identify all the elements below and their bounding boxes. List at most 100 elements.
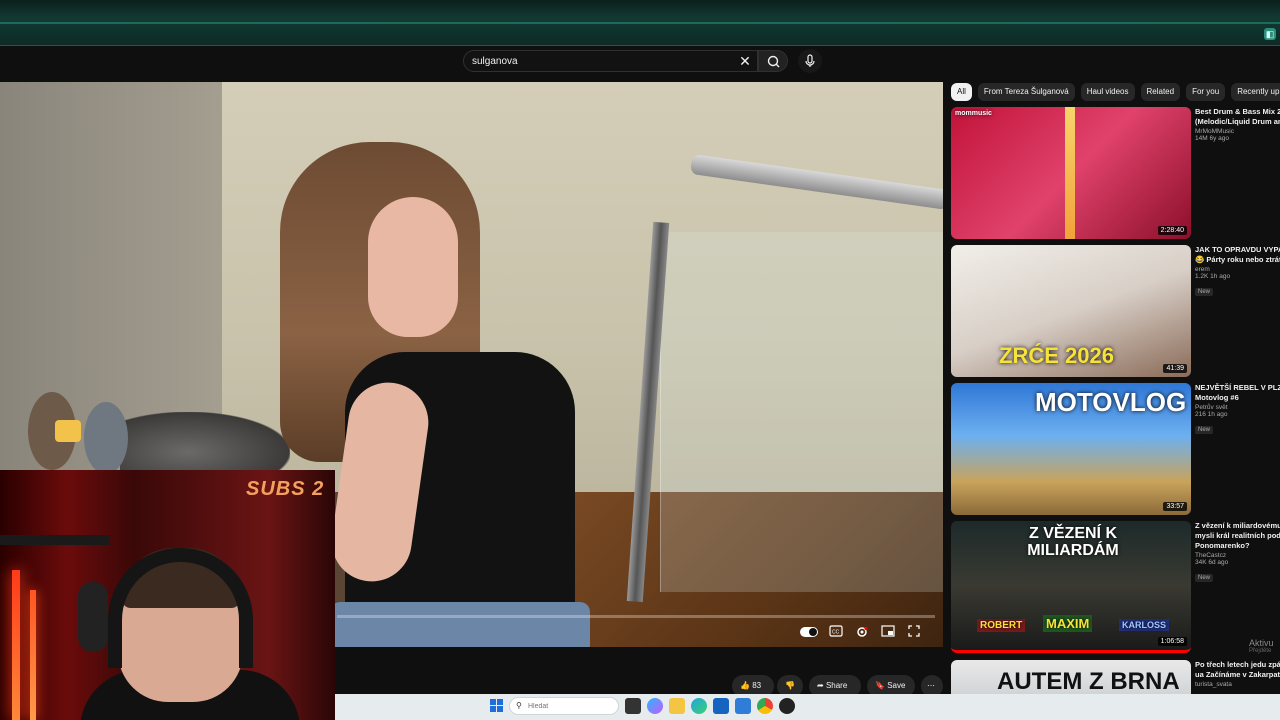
thumbnail-tag-robert: ROBERT (977, 619, 1026, 632)
toolbar-divider (0, 22, 1280, 24)
video-title-line2[interactable]: (Melodic/Liquid Drum and (1195, 117, 1280, 127)
thumbnail-label: Z VĚZENÍ K MILIARDÁM (1027, 525, 1119, 559)
new-badge: New (1195, 574, 1214, 582)
thumbnail-light-beam (1065, 107, 1075, 239)
chip-haul-videos[interactable]: Haul videos (1080, 83, 1135, 101)
taskbar-search[interactable]: ⚲ (509, 697, 619, 715)
video-title-line1[interactable]: Z vězení k miliardovému (1195, 521, 1280, 531)
voice-search-button[interactable] (798, 49, 822, 73)
video-title-line2[interactable]: Motovlog #6 (1195, 393, 1280, 403)
channel-name[interactable]: erem (1195, 266, 1280, 273)
video-duration: 33:57 (1163, 502, 1187, 511)
outlook-icon[interactable] (713, 698, 729, 714)
video-meta: NEJVĚTŠÍ REBEL V PLZN Motovlog #6 Petrův… (1195, 383, 1280, 436)
extension-icon[interactable]: ◧ (1264, 28, 1276, 40)
browser-toolbar: ◧ (0, 0, 1280, 46)
file-explorer-icon[interactable] (669, 698, 685, 714)
neon-light (12, 570, 20, 720)
new-badge: New (1195, 288, 1214, 296)
video-title-line2[interactable]: ua Začínáme v Zakarpatí (1195, 670, 1280, 680)
subtitles-icon[interactable]: CC (828, 625, 844, 639)
video-stats: 14M 6y ago (1195, 135, 1229, 142)
video-title-line1[interactable]: Best Drum & Bass Mix 20 (1195, 107, 1280, 117)
like-count: 83 (752, 681, 762, 690)
rat-emote-overlay (0, 380, 160, 480)
person-face (368, 197, 458, 337)
taskbar-apps (625, 698, 795, 714)
video-stats: 216 1h ago (1195, 411, 1228, 418)
thumbnail-label: ZRĆE 2026 (999, 343, 1114, 368)
search-box: ✕ (463, 50, 758, 72)
channel-name[interactable]: Petrův svět (1195, 404, 1280, 411)
video-title-line1[interactable]: NEJVĚTŠÍ REBEL V PLZN (1195, 383, 1280, 393)
search-icon (767, 55, 780, 68)
thumbnail-tag-maxim: MAXIM (1043, 615, 1093, 632)
settings-gear-icon[interactable] (854, 625, 870, 639)
video-title-line3[interactable]: Ponomarenko? (1195, 541, 1280, 551)
edge-icon[interactable] (691, 698, 707, 714)
microphone-icon (805, 54, 815, 67)
chip-for-you[interactable]: For you (1186, 83, 1226, 101)
video-thumbnail[interactable]: Z VĚZENÍ K MILIARDÁM ROBERT MAXIM KARLOS… (951, 521, 1191, 653)
video-meta: JAK TO OPRAVDU VYPAD 😂 Párty roku nebo z… (1195, 245, 1280, 298)
search-button[interactable] (758, 50, 788, 72)
chrome-icon[interactable] (757, 698, 773, 714)
obs-icon[interactable] (779, 698, 795, 714)
video-progress-bar[interactable] (337, 615, 935, 618)
filter-chips: All From Tereza Šulganová Haul videos Re… (951, 83, 1280, 101)
channel-name[interactable]: TheCastcz (1195, 552, 1280, 559)
person-jeans (330, 602, 590, 647)
video-title-line1[interactable]: Po třech letech jedu zpát (1195, 660, 1280, 670)
video-title-line2[interactable]: 😂 Párty roku nebo ztrát (1195, 255, 1280, 265)
thumbnail-tag-karloss: KARLOSS (1119, 619, 1170, 631)
clear-search-icon[interactable]: ✕ (737, 52, 753, 70)
channel-name[interactable]: turista_svata (1195, 681, 1280, 688)
related-video-item[interactable]: Z VĚZENÍ K MILIARDÁM ROBERT MAXIM KARLOS… (951, 521, 1280, 653)
windows-start-icon[interactable] (490, 699, 504, 713)
share-label: Share (825, 681, 848, 690)
channel-name[interactable]: MrMoMMusic (1195, 128, 1280, 135)
share-icon: ➦ (817, 681, 824, 690)
chip-from-channel[interactable]: From Tereza Šulganová (977, 83, 1075, 101)
chip-all[interactable]: All (951, 83, 972, 101)
thumbs-up-icon: 👍 (740, 681, 750, 690)
video-meta: Po třech letech jedu zpát ua Začínáme v … (1195, 660, 1280, 688)
fullscreen-icon[interactable] (906, 625, 922, 639)
chip-related[interactable]: Related (1140, 83, 1181, 101)
video-thumbnail[interactable]: MOTOVLOG 33:57 (951, 383, 1191, 515)
video-meta: Z vězení k miliardovému mysli král reali… (1195, 521, 1280, 584)
video-duration: 41:39 (1163, 364, 1187, 373)
new-badge: New (1195, 426, 1214, 434)
search-icon: ⚲ (516, 701, 522, 710)
related-video-item[interactable]: MOTOVLOG 33:57 NEJVĚTŠÍ REBEL V PLZN Mot… (951, 383, 1280, 515)
video-title-line2[interactable]: mysli král realitních podil (1195, 531, 1280, 541)
video-scene-glass-railing (660, 232, 943, 592)
thumbnail-label: MOTOVLOG (1035, 387, 1187, 417)
video-meta: Best Drum & Bass Mix 20 (Melodic/Liquid … (1195, 107, 1280, 142)
neon-light-2 (30, 590, 36, 720)
subs-counter: SUBS 2 (246, 478, 325, 500)
video-duration: 1:06:58 (1157, 637, 1187, 646)
related-video-item[interactable]: mommusic 2:28:40 Best Drum & Bass Mix 20… (951, 107, 1280, 239)
store-icon[interactable] (735, 698, 751, 714)
related-video-item[interactable]: ZRĆE 2026 41:39 JAK TO OPRAVDU VYPAD 😂 P… (951, 245, 1280, 377)
bookmark-icon: 🔖 (875, 681, 885, 690)
video-thumbnail[interactable]: mommusic 2:28:40 (951, 107, 1191, 239)
video-thumbnail[interactable]: ZRĆE 2026 41:39 (951, 245, 1191, 377)
thumbs-down-icon: 👎 (785, 681, 795, 690)
video-stats: 34K 6d ago (1195, 559, 1229, 566)
rat-cheese (55, 420, 81, 442)
video-title-line1[interactable]: JAK TO OPRAVDU VYPAD (1195, 245, 1280, 255)
task-view-icon[interactable] (625, 698, 641, 714)
save-label: Save (887, 681, 906, 690)
svg-text:CC: CC (832, 630, 840, 636)
search-input[interactable] (472, 51, 732, 71)
rat-figure-right (84, 402, 128, 474)
autoplay-toggle[interactable] (800, 627, 818, 637)
windows-taskbar: ⚲ (335, 694, 1280, 720)
taskbar-search-input[interactable] (528, 700, 613, 712)
chip-recently-uploaded[interactable]: Recently uploaded (1231, 83, 1280, 101)
thumbnail-label: mommusic (955, 110, 992, 117)
miniplayer-icon[interactable] (880, 625, 896, 639)
copilot-icon[interactable] (647, 698, 663, 714)
